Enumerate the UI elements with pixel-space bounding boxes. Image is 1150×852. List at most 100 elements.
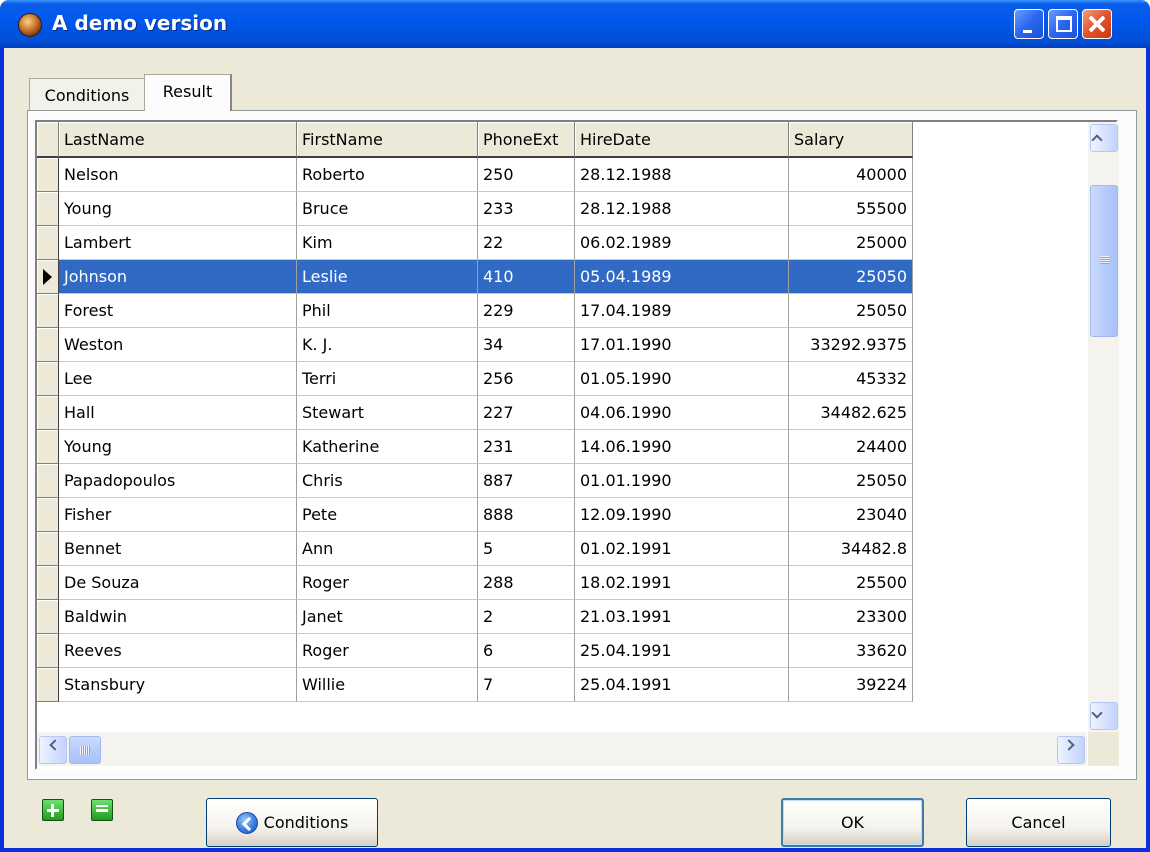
- cell-first-name[interactable]: Kim: [297, 226, 478, 260]
- cell-last-name[interactable]: Weston: [59, 328, 297, 362]
- row-indicator-cell[interactable]: [37, 396, 59, 430]
- cell-salary[interactable]: 34482.8: [789, 532, 913, 566]
- cell-salary[interactable]: 39224: [789, 668, 913, 702]
- cell-first-name[interactable]: Terri: [297, 362, 478, 396]
- cancel-button[interactable]: Cancel: [966, 798, 1111, 847]
- scroll-up-button[interactable]: [1090, 124, 1118, 152]
- cell-first-name[interactable]: Janet: [297, 600, 478, 634]
- cell-last-name[interactable]: Fisher: [59, 498, 297, 532]
- cell-hire-date[interactable]: 17.01.1990: [575, 328, 789, 362]
- scroll-down-button[interactable]: [1090, 702, 1118, 730]
- cell-salary[interactable]: 34482.625: [789, 396, 913, 430]
- cell-last-name[interactable]: Baldwin: [59, 600, 297, 634]
- column-header-first-name[interactable]: FirstName: [297, 122, 478, 158]
- cell-first-name[interactable]: K. J.: [297, 328, 478, 362]
- table-row[interactable]: De Souza Roger 288 18.02.1991 25500: [37, 566, 913, 600]
- cell-salary[interactable]: 25500: [789, 566, 913, 600]
- ok-button[interactable]: OK: [781, 798, 924, 847]
- table-row[interactable]: Hall Stewart 227 04.06.1990 34482.625: [37, 396, 913, 430]
- tab-result[interactable]: Result: [144, 74, 232, 111]
- cell-phone-ext[interactable]: 2: [478, 600, 575, 634]
- row-indicator-cell[interactable]: [37, 532, 59, 566]
- cell-last-name[interactable]: Lambert: [59, 226, 297, 260]
- cell-phone-ext[interactable]: 410: [478, 260, 575, 294]
- cell-first-name[interactable]: Roberto: [297, 158, 478, 192]
- table-row[interactable]: Weston K. J. 34 17.01.1990 33292.9375: [37, 328, 913, 362]
- cell-first-name[interactable]: Bruce: [297, 192, 478, 226]
- cell-phone-ext[interactable]: 5: [478, 532, 575, 566]
- cell-phone-ext[interactable]: 887: [478, 464, 575, 498]
- cell-hire-date[interactable]: 28.12.1988: [575, 192, 789, 226]
- cell-salary[interactable]: 45332: [789, 362, 913, 396]
- cell-phone-ext[interactable]: 231: [478, 430, 575, 464]
- row-indicator-cell[interactable]: [37, 226, 59, 260]
- cell-first-name[interactable]: Stewart: [297, 396, 478, 430]
- back-to-conditions-button[interactable]: Conditions: [206, 798, 378, 847]
- cell-first-name[interactable]: Ann: [297, 532, 478, 566]
- add-row-button[interactable]: [42, 799, 64, 821]
- cell-hire-date[interactable]: 14.06.1990: [575, 430, 789, 464]
- cell-first-name[interactable]: Katherine: [297, 430, 478, 464]
- cell-salary[interactable]: 55500: [789, 192, 913, 226]
- cell-phone-ext[interactable]: 22: [478, 226, 575, 260]
- cell-salary[interactable]: 25050: [789, 464, 913, 498]
- cell-phone-ext[interactable]: 888: [478, 498, 575, 532]
- cell-salary[interactable]: 24400: [789, 430, 913, 464]
- maximize-button[interactable]: [1048, 9, 1078, 39]
- cell-hire-date[interactable]: 25.04.1991: [575, 668, 789, 702]
- row-indicator-cell[interactable]: [37, 566, 59, 600]
- table-row[interactable]: Lee Terri 256 01.05.1990 45332: [37, 362, 913, 396]
- cell-salary[interactable]: 33620: [789, 634, 913, 668]
- cell-phone-ext[interactable]: 233: [478, 192, 575, 226]
- cell-first-name[interactable]: Willie: [297, 668, 478, 702]
- table-row[interactable]: Stansbury Willie 7 25.04.1991 39224: [37, 668, 913, 702]
- column-header-phone-ext[interactable]: PhoneExt: [478, 122, 575, 158]
- row-indicator-cell[interactable]: [37, 260, 59, 294]
- cell-phone-ext[interactable]: 250: [478, 158, 575, 192]
- cell-hire-date[interactable]: 28.12.1988: [575, 158, 789, 192]
- cell-first-name[interactable]: Chris: [297, 464, 478, 498]
- app-icon[interactable]: [18, 13, 42, 37]
- cell-hire-date[interactable]: 17.04.1989: [575, 294, 789, 328]
- cell-first-name[interactable]: Pete: [297, 498, 478, 532]
- scroll-right-button[interactable]: [1057, 736, 1085, 764]
- cell-hire-date[interactable]: 18.02.1991: [575, 566, 789, 600]
- row-indicator-cell[interactable]: [37, 362, 59, 396]
- row-indicator-cell[interactable]: [37, 634, 59, 668]
- cell-phone-ext[interactable]: 256: [478, 362, 575, 396]
- table-row[interactable]: Young Katherine 231 14.06.1990 24400: [37, 430, 913, 464]
- row-indicator-cell[interactable]: [37, 158, 59, 192]
- cell-phone-ext[interactable]: 227: [478, 396, 575, 430]
- cell-salary[interactable]: 33292.9375: [789, 328, 913, 362]
- row-indicator-cell[interactable]: [37, 464, 59, 498]
- cell-first-name[interactable]: Leslie: [297, 260, 478, 294]
- cell-last-name[interactable]: Lee: [59, 362, 297, 396]
- cell-last-name[interactable]: Nelson: [59, 158, 297, 192]
- cell-hire-date[interactable]: 21.03.1991: [575, 600, 789, 634]
- column-header-hire-date[interactable]: HireDate: [575, 122, 789, 158]
- cell-last-name[interactable]: Forest: [59, 294, 297, 328]
- cell-last-name[interactable]: Hall: [59, 396, 297, 430]
- tab-conditions[interactable]: Conditions: [29, 78, 144, 110]
- cell-last-name[interactable]: Papadopoulos: [59, 464, 297, 498]
- cell-salary[interactable]: 40000: [789, 158, 913, 192]
- row-indicator-cell[interactable]: [37, 328, 59, 362]
- cell-salary[interactable]: 23300: [789, 600, 913, 634]
- cell-hire-date[interactable]: 12.09.1990: [575, 498, 789, 532]
- cell-hire-date[interactable]: 01.05.1990: [575, 362, 789, 396]
- cell-salary[interactable]: 25050: [789, 260, 913, 294]
- row-indicator-cell[interactable]: [37, 600, 59, 634]
- vertical-scrollbar[interactable]: [1088, 122, 1119, 732]
- row-indicator-cell[interactable]: [37, 668, 59, 702]
- cell-phone-ext[interactable]: 7: [478, 668, 575, 702]
- table-row[interactable]: Reeves Roger 6 25.04.1991 33620: [37, 634, 913, 668]
- minimize-button[interactable]: [1014, 9, 1044, 39]
- row-indicator-cell[interactable]: [37, 192, 59, 226]
- table-row[interactable]: Forest Phil 229 17.04.1989 25050: [37, 294, 913, 328]
- cell-last-name[interactable]: Johnson: [59, 260, 297, 294]
- remove-row-button[interactable]: [91, 799, 113, 821]
- cell-hire-date[interactable]: 25.04.1991: [575, 634, 789, 668]
- horizontal-scrollbar[interactable]: [37, 732, 1087, 766]
- row-indicator-cell[interactable]: [37, 498, 59, 532]
- column-header-last-name[interactable]: LastName: [59, 122, 297, 158]
